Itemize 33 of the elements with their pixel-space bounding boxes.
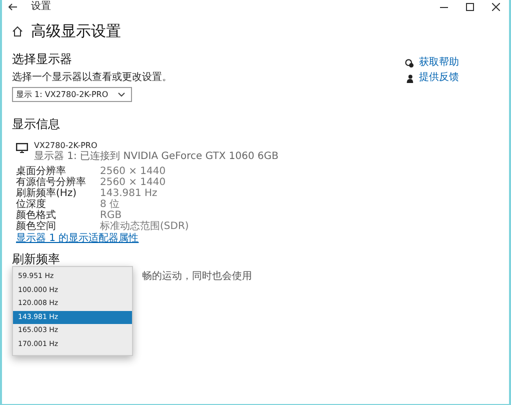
info-label: 桌面分辨率	[16, 166, 66, 177]
info-value: 2560 × 1440	[100, 177, 167, 188]
info-label: 颜色格式	[16, 210, 57, 221]
monitor-name: VX2780-2K-PRO	[34, 141, 98, 151]
chevron-down-icon	[118, 92, 125, 97]
info-value: 143.981 Hz	[100, 188, 158, 199]
window-title: 设置	[31, 0, 51, 14]
adapter-properties-link[interactable]: 显示器 1 的显示适配器属性	[16, 233, 139, 245]
info-value: 2560 × 1440	[100, 166, 167, 177]
info-value: 8 位	[100, 199, 121, 210]
side-link[interactable]: 提供反馈	[419, 72, 459, 84]
monitor-icon	[16, 143, 28, 153]
back-icon[interactable]	[8, 3, 17, 11]
section-heading: 选择显示器	[12, 51, 73, 68]
side-link[interactable]: 获取帮助	[419, 57, 459, 69]
section-heading: 刷新频率	[12, 251, 61, 268]
connection-text: 显示器 1: 已连接到 NVIDIA GeForce GTX 1060 6GB	[34, 151, 278, 162]
info-label: 颜色空间	[16, 221, 57, 232]
home-icon[interactable]	[12, 26, 23, 37]
info-label: 位深度	[16, 199, 46, 210]
section-heading: 显示信息	[12, 116, 61, 133]
page-title: 高级显示设置	[31, 22, 121, 41]
info-value: 标准动态范围(SDR)	[100, 221, 190, 232]
person-icon	[405, 74, 414, 82]
display-dropdown[interactable]: 显示 1: VX2780-2K-PRO	[12, 87, 132, 102]
maximize-icon	[466, 3, 474, 11]
info-label: 有源信号分辨率	[16, 177, 87, 188]
description-text: 畅的运动，同时也会使用	[142, 270, 253, 283]
info-value: RGB	[100, 210, 123, 221]
help-icon	[405, 58, 414, 68]
close-icon	[492, 3, 500, 11]
hint-text: 选择一个显示器以查看或更改设置。	[12, 72, 173, 84]
info-label: 刷新频率(Hz)	[16, 188, 78, 199]
